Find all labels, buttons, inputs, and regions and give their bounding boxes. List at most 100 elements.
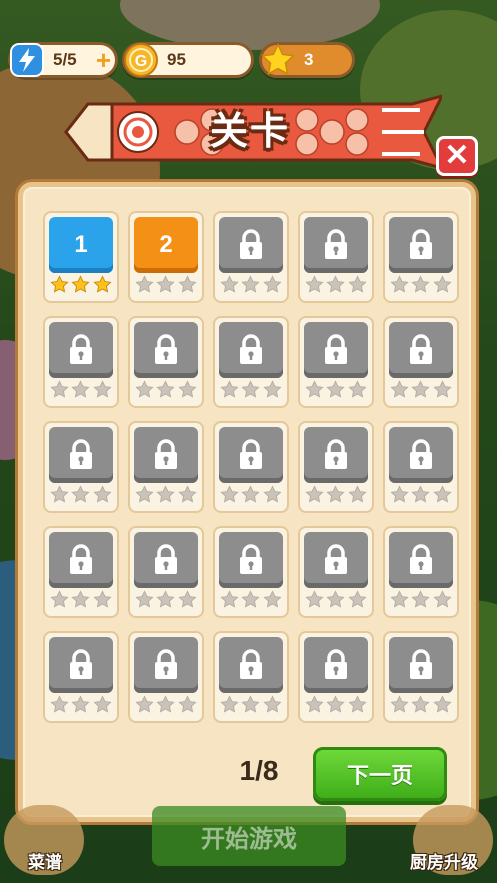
star-empty-icon xyxy=(50,695,69,713)
padlock-icon xyxy=(70,544,92,574)
level-stars xyxy=(304,275,368,294)
star-empty-icon xyxy=(241,485,261,503)
level-number: 1 xyxy=(74,231,88,258)
level-stars xyxy=(49,695,113,714)
star-empty-icon xyxy=(305,380,324,398)
star-empty-icon xyxy=(50,380,69,398)
level-cell xyxy=(128,316,204,408)
star-empty-icon xyxy=(71,380,91,398)
star-empty-icon xyxy=(220,695,239,713)
level-cell xyxy=(213,526,289,618)
level-cell xyxy=(43,631,119,723)
svg-text:G: G xyxy=(135,53,147,70)
star-empty-icon xyxy=(411,590,431,608)
star-empty-icon xyxy=(156,380,176,398)
locked-level-tile xyxy=(219,427,283,483)
star-empty-icon xyxy=(50,485,69,503)
padlock-icon xyxy=(70,439,92,469)
level-stars xyxy=(219,380,283,399)
level-stars xyxy=(134,695,198,714)
level-stars xyxy=(389,485,453,504)
star-empty-icon xyxy=(411,695,431,713)
star-empty-icon xyxy=(390,590,409,608)
star-empty-icon xyxy=(326,590,346,608)
padlock-icon xyxy=(410,544,432,574)
locked-level-tile xyxy=(219,637,283,693)
star-empty-icon xyxy=(348,695,367,713)
star-empty-icon xyxy=(220,380,239,398)
star-empty-icon xyxy=(411,275,431,293)
level-stars xyxy=(304,485,368,504)
level-cell xyxy=(383,211,459,303)
padlock-icon xyxy=(155,649,177,679)
star-empty-icon xyxy=(433,380,452,398)
star-empty-icon xyxy=(156,275,176,293)
star-empty-icon xyxy=(390,380,409,398)
level-stars xyxy=(219,485,283,504)
star-empty-icon xyxy=(220,485,239,503)
locked-level-tile xyxy=(49,322,113,378)
level-cell xyxy=(213,211,289,303)
star-empty-icon xyxy=(348,485,367,503)
locked-level-tile xyxy=(304,532,368,588)
star-empty-icon xyxy=(305,485,324,503)
locked-level-tile xyxy=(134,637,198,693)
star-empty-icon xyxy=(178,380,197,398)
star-empty-icon xyxy=(135,380,154,398)
level-stars xyxy=(219,275,283,294)
locked-level-tile xyxy=(134,322,198,378)
star-icon xyxy=(258,40,298,80)
level-cell xyxy=(128,631,204,723)
locked-level-tile xyxy=(134,427,198,483)
locked-level-tile xyxy=(304,427,368,483)
coin-icon: G xyxy=(121,40,161,80)
padlock-icon xyxy=(325,544,347,574)
recipe-label: 菜谱 xyxy=(28,853,62,872)
padlock-icon xyxy=(325,649,347,679)
star-empty-icon xyxy=(433,275,452,293)
padlock-icon xyxy=(155,544,177,574)
level-cell xyxy=(383,421,459,513)
star-empty-icon xyxy=(390,485,409,503)
star-empty-icon xyxy=(241,695,261,713)
star-empty-icon xyxy=(178,485,197,503)
level-cell xyxy=(128,526,204,618)
star-empty-icon xyxy=(93,380,112,398)
star-empty-icon xyxy=(348,590,367,608)
star-empty-icon xyxy=(263,485,282,503)
star-empty-icon xyxy=(135,590,154,608)
star-empty-icon xyxy=(93,695,112,713)
star-empty-icon xyxy=(348,380,367,398)
level-tile[interactable]: 1 xyxy=(49,217,113,273)
locked-level-tile xyxy=(304,217,368,273)
add-energy-button[interactable]: + xyxy=(96,47,111,73)
locked-level-tile xyxy=(49,427,113,483)
star-empty-icon xyxy=(241,590,261,608)
level-grid: 12 xyxy=(43,211,459,723)
padlock-icon xyxy=(240,649,262,679)
level-cell[interactable]: 1 xyxy=(43,211,119,303)
level-stars xyxy=(389,380,453,399)
level-cell[interactable]: 2 xyxy=(128,211,204,303)
level-stars xyxy=(389,590,453,609)
star-empty-icon xyxy=(305,590,324,608)
locked-level-tile xyxy=(304,637,368,693)
star-empty-icon xyxy=(390,695,409,713)
star-counter: 3 xyxy=(259,42,355,78)
level-stars xyxy=(304,380,368,399)
close-button[interactable]: ✕ xyxy=(436,136,478,176)
level-number: 2 xyxy=(159,231,173,258)
star-empty-icon xyxy=(178,590,197,608)
star-empty-icon xyxy=(178,275,197,293)
level-stars xyxy=(49,590,113,609)
star-empty-icon xyxy=(241,275,261,293)
level-cell xyxy=(128,421,204,513)
level-stars xyxy=(219,695,283,714)
level-tile[interactable]: 2 xyxy=(134,217,198,273)
star-empty-icon xyxy=(93,485,112,503)
padlock-icon xyxy=(325,439,347,469)
star-empty-icon xyxy=(326,695,346,713)
next-page-button[interactable]: 下一页 xyxy=(313,747,447,801)
locked-level-tile xyxy=(389,217,453,273)
star-filled-icon xyxy=(71,275,91,293)
